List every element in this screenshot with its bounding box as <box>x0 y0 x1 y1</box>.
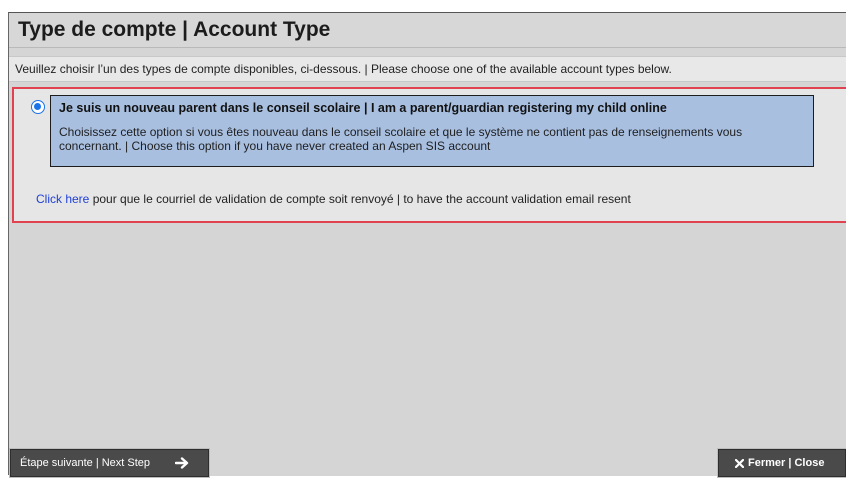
dialog-content: Veuillez choisir l’un des types de compt… <box>9 48 846 440</box>
next-step-button[interactable]: Étape suivante | Next Step <box>9 448 210 478</box>
close-button[interactable]: Fermer | Close <box>717 448 846 478</box>
account-type-selection-box: Je suis un nouveau parent dans le consei… <box>12 87 846 223</box>
resend-validation-link[interactable]: Click here <box>36 192 89 206</box>
account-type-radio[interactable] <box>31 100 45 114</box>
new-parent-option-card[interactable]: Je suis un nouveau parent dans le consei… <box>50 95 814 167</box>
close-icon <box>734 458 745 469</box>
radio-selected-dot <box>34 103 41 110</box>
close-label: Fermer | Close <box>748 457 825 469</box>
dialog-title: Type de compte | Account Type <box>18 18 331 41</box>
dialog-footer: Étape suivante | Next Step Fermer | Clos… <box>9 440 846 478</box>
resend-validation-text: pour que le courriel de validation de co… <box>89 192 631 206</box>
dialog-title-bar: Type de compte | Account Type <box>9 13 846 48</box>
instruction-text: Veuillez choisir l’un des types de compt… <box>15 62 672 76</box>
option-title: Je suis un nouveau parent dans le consei… <box>59 101 667 115</box>
instruction-row: Veuillez choisir l’un des types de compt… <box>9 56 846 82</box>
account-type-dialog: Type de compte | Account Type Veuillez c… <box>8 12 846 478</box>
next-step-label: Étape suivante | Next Step <box>20 457 151 469</box>
arrow-right-icon <box>174 457 189 469</box>
option-description: Choisissez cette option si vous êtes nou… <box>59 125 743 153</box>
resend-validation-line: Click here pour que le courriel de valid… <box>36 192 631 206</box>
